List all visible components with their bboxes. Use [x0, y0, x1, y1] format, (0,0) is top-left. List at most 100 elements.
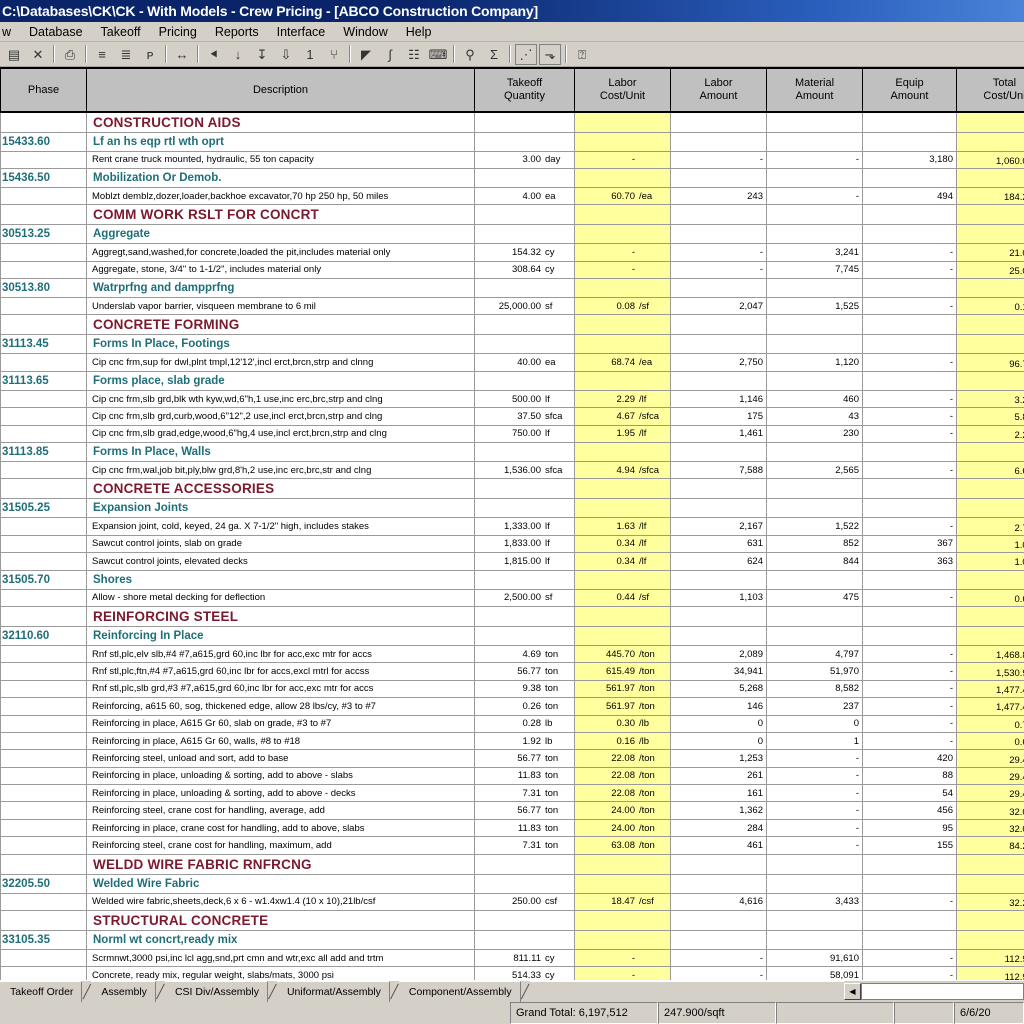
- column-header-eamt[interactable]: EquipAmount: [863, 68, 957, 112]
- table-row[interactable]: Reinforcing in place, crane cost for han…: [1, 819, 1024, 836]
- table-row[interactable]: Rent crane truck mounted, hydraulic, 55 …: [1, 151, 1024, 168]
- menu-item-database[interactable]: Database: [20, 23, 92, 41]
- major-heading-row[interactable]: COMM WORK RSLT FOR CONCRT: [1, 205, 1024, 225]
- sort-list-icon[interactable]: ≡: [91, 44, 113, 65]
- horizontal-scrollbar[interactable]: ◀: [844, 981, 1024, 1002]
- major-heading-row[interactable]: WELDD WIRE FABRIC RNFRCNG: [1, 854, 1024, 874]
- estimate-grid: PhaseDescriptionTakeoffQuantityLaborCost…: [0, 67, 1024, 980]
- tab-takeoff-order[interactable]: Takeoff Order: [0, 981, 82, 1002]
- table-row[interactable]: Cip cnc frm,slb grd,blk wth kyw,wd,6"h,1…: [1, 390, 1024, 407]
- find-binoculars-icon[interactable]: ᴘ: [139, 44, 161, 65]
- insert-below-icon[interactable]: ↓: [227, 44, 249, 65]
- sub-heading-row[interactable]: 33105.35Norml wt concrt,ready mix: [1, 931, 1024, 950]
- menu-item-reports[interactable]: Reports: [206, 23, 268, 41]
- table-row[interactable]: Sawcut control joints, elevated decks1,8…: [1, 553, 1024, 570]
- table-row[interactable]: Moblzt demblz,dozer,loader,backhoe excav…: [1, 187, 1024, 204]
- column-header-phase[interactable]: Phase: [1, 68, 87, 112]
- table-row[interactable]: Aggregate, stone, 3/4" to 1-1/2", includ…: [1, 261, 1024, 278]
- scroll-track[interactable]: [861, 983, 1024, 1000]
- sub-heading-row[interactable]: 31113.45Forms In Place, Footings: [1, 335, 1024, 354]
- table-row[interactable]: Reinforcing, a615 60, sog, thickened edg…: [1, 698, 1024, 715]
- menu-item-help[interactable]: Help: [397, 23, 441, 41]
- table-row[interactable]: Cip cnc frm,wal,job bit,ply,blw grd,8'h,…: [1, 462, 1024, 479]
- table-row[interactable]: Cip cnc frm,sup for dwl,plnt tmpl,12'12'…: [1, 354, 1024, 371]
- major-heading-row[interactable]: CONCRETE FORMING: [1, 315, 1024, 335]
- sub-heading-row[interactable]: 31113.65Forms place, slab grade: [1, 371, 1024, 390]
- column-header-lcu[interactable]: LaborCost/Unit: [575, 68, 671, 112]
- sub-heading-row[interactable]: 31505.70Shores: [1, 570, 1024, 589]
- insert-group-icon[interactable]: ↧: [251, 44, 273, 65]
- sub-heading-row[interactable]: 30513.80Watrprfng and dampprfng: [1, 279, 1024, 298]
- table-row[interactable]: Sawcut control joints, slab on grade1,83…: [1, 535, 1024, 552]
- major-heading-row[interactable]: REINFORCING STEEL: [1, 606, 1024, 626]
- table-row[interactable]: Cip cnc frm,slb grad,edge,wood,6"hg,4 us…: [1, 425, 1024, 442]
- sub-heading-row[interactable]: 31113.85Forms In Place, Walls: [1, 443, 1024, 462]
- column-header-desc[interactable]: Description: [87, 68, 475, 112]
- tab-csi-div-assembly[interactable]: CSI Div/Assembly: [165, 981, 268, 1002]
- sub-heading-row[interactable]: 15433.60Lf an hs eqp rtl wth oprt: [1, 132, 1024, 151]
- table-row[interactable]: Rnf stl,plc,elv slb,#4 #7,a615,grd 60,in…: [1, 645, 1024, 662]
- table-row[interactable]: Reinforcing in place, unloading & sortin…: [1, 785, 1024, 802]
- sum-icon[interactable]: Σ: [483, 44, 505, 65]
- column-header-mamt[interactable]: MaterialAmount: [767, 68, 863, 112]
- sub-heading-row[interactable]: 15436.50Mobilization Or Demob.: [1, 168, 1024, 187]
- table-row[interactable]: Underslab vapor barrier, visqueen membra…: [1, 298, 1024, 315]
- table-row[interactable]: Reinforcing steel, crane cost for handli…: [1, 837, 1024, 854]
- table-row[interactable]: Aggregt,sand,washed,for concrete,loaded …: [1, 244, 1024, 261]
- columns-icon[interactable]: ☷: [403, 44, 425, 65]
- menu-item-interface[interactable]: Interface: [268, 23, 335, 41]
- cell-total-cost-unit: 1.01/lf: [957, 553, 1024, 570]
- insert-item-icon[interactable]: ⯇: [203, 44, 225, 65]
- sub-heading-row[interactable]: 30513.25Aggregate: [1, 225, 1024, 244]
- table-row[interactable]: Welded wire fabric,sheets,deck,6 x 6 - w…: [1, 893, 1024, 910]
- sort-za-icon[interactable]: ⬎: [539, 44, 561, 65]
- indent-list-icon[interactable]: ≣: [115, 44, 137, 65]
- table-row[interactable]: Reinforcing steel, crane cost for handli…: [1, 802, 1024, 819]
- cell-description: Reinforcing In Place: [87, 626, 475, 645]
- menu-item-takeoff[interactable]: Takeoff: [92, 23, 150, 41]
- tab-assembly[interactable]: Assembly: [91, 981, 156, 1002]
- column-header-lamt[interactable]: LaborAmount: [671, 68, 767, 112]
- print-icon[interactable]: ⎙: [59, 44, 81, 65]
- estimate-grid-container[interactable]: PhaseDescriptionTakeoffQuantityLaborCost…: [0, 67, 1024, 980]
- sub-heading-row[interactable]: 32205.50Welded Wire Fabric: [1, 874, 1024, 893]
- delete-x-icon[interactable]: ✕: [27, 44, 49, 65]
- table-row[interactable]: Scrmnwt,3000 psi,inc lcl agg,snd,prt cmn…: [1, 950, 1024, 967]
- insert-assembly-icon[interactable]: ⇩: [275, 44, 297, 65]
- help-pointer-icon[interactable]: ⍰: [571, 44, 593, 65]
- zoom-icon[interactable]: ⚲: [459, 44, 481, 65]
- menu-item-w[interactable]: w: [0, 23, 20, 41]
- table-row[interactable]: Reinforcing in place, A615 Gr 60, walls,…: [1, 732, 1024, 749]
- calculator-icon[interactable]: ⌨: [427, 44, 449, 65]
- one-level-icon[interactable]: 1: [299, 44, 321, 65]
- tab-uniformat-assembly[interactable]: Uniformat/Assembly: [277, 981, 390, 1002]
- paste-icon[interactable]: ▤: [3, 44, 25, 65]
- table-row[interactable]: Reinforcing steel, unload and sort, add …: [1, 750, 1024, 767]
- major-heading-row[interactable]: CONCRETE ACCESSORIES: [1, 479, 1024, 499]
- cell-phase: 31113.85: [1, 443, 87, 462]
- spread-icon[interactable]: ⋰: [515, 44, 537, 65]
- table-row[interactable]: Expansion joint, cold, keyed, 24 ga. X 7…: [1, 518, 1024, 535]
- expand-tree-icon[interactable]: ⑂: [323, 44, 345, 65]
- sub-heading-row[interactable]: 31505.25Expansion Joints: [1, 499, 1024, 518]
- major-heading-row[interactable]: CONSTRUCTION AIDS: [1, 112, 1024, 132]
- column-header-qty[interactable]: TakeoffQuantity: [475, 68, 575, 112]
- table-row[interactable]: Rnf stl,plc,slb grd,#3 #7,a615,grd 60,in…: [1, 680, 1024, 697]
- column-header-tcu[interactable]: TotalCost/Uni: [957, 68, 1024, 112]
- menu-item-pricing[interactable]: Pricing: [150, 23, 206, 41]
- table-row[interactable]: Rnf stl,plc,ftn,#4 #7,a615,grd 60,inc lb…: [1, 663, 1024, 680]
- table-row[interactable]: Cip cnc frm,slb grd,curb,wood,6"12",2 us…: [1, 408, 1024, 425]
- qty-value: 56.77: [517, 753, 541, 764]
- table-row[interactable]: Concrete, ready mix, regular weight, sla…: [1, 967, 1024, 980]
- menu-item-window[interactable]: Window: [334, 23, 396, 41]
- sub-heading-row[interactable]: 32110.60Reinforcing In Place: [1, 626, 1024, 645]
- chart-icon[interactable]: ◤: [355, 44, 377, 65]
- table-row[interactable]: Reinforcing in place, unloading & sortin…: [1, 767, 1024, 784]
- scroll-left-arrow-icon[interactable]: ◀: [844, 983, 861, 1000]
- table-row[interactable]: Allow - shore metal decking for deflecti…: [1, 589, 1024, 606]
- tab-component-assembly[interactable]: Component/Assembly: [399, 981, 521, 1002]
- curve-icon[interactable]: ∫: [379, 44, 401, 65]
- fit-width-icon[interactable]: ↔: [171, 44, 193, 65]
- table-row[interactable]: Reinforcing in place, A615 Gr 60, slab o…: [1, 715, 1024, 732]
- major-heading-row[interactable]: STRUCTURAL CONCRETE: [1, 911, 1024, 931]
